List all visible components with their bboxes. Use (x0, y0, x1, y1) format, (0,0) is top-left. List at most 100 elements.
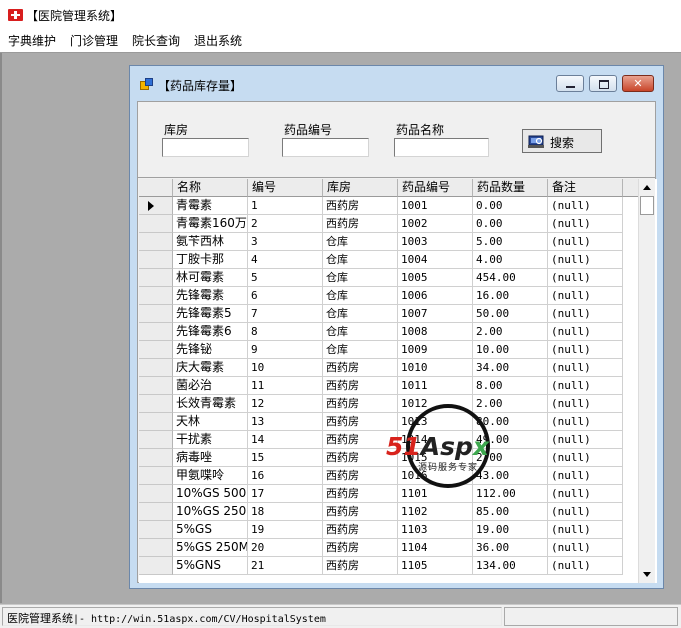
warehouse-input[interactable] (162, 138, 249, 157)
cell-quantity[interactable]: 10.00 (473, 341, 548, 359)
cell-id[interactable]: 13 (248, 413, 323, 431)
cell-id[interactable]: 5 (248, 269, 323, 287)
cell-drug-code[interactable]: 1011 (398, 377, 473, 395)
cell-remark[interactable]: (null) (548, 341, 623, 359)
cell-id[interactable]: 16 (248, 467, 323, 485)
row-header[interactable] (139, 359, 173, 377)
column-header-name[interactable]: 名称 (173, 179, 248, 197)
cell-quantity[interactable]: 16.00 (473, 287, 548, 305)
cell-drug-code[interactable]: 1003 (398, 233, 473, 251)
cell-quantity[interactable]: 2.00 (473, 323, 548, 341)
cell-drug-code[interactable]: 1008 (398, 323, 473, 341)
row-header[interactable] (139, 395, 173, 413)
cell-remark[interactable]: (null) (548, 269, 623, 287)
cell-name[interactable]: 5%GS 250ML (173, 539, 248, 557)
row-header[interactable] (139, 467, 173, 485)
cell-name[interactable]: 长效青霉素 (173, 395, 248, 413)
cell-id[interactable]: 12 (248, 395, 323, 413)
cell-warehouse[interactable]: 西药房 (323, 521, 398, 539)
cell-quantity[interactable]: 85.00 (473, 503, 548, 521)
cell-id[interactable]: 11 (248, 377, 323, 395)
drug-name-input[interactable] (394, 138, 489, 157)
search-button[interactable]: 搜索 (522, 129, 602, 153)
cell-id[interactable]: 17 (248, 485, 323, 503)
drug-code-input[interactable] (282, 138, 369, 157)
cell-id[interactable]: 6 (248, 287, 323, 305)
cell-quantity[interactable]: 5.00 (473, 233, 548, 251)
column-header-remark[interactable]: 备注 (548, 179, 623, 197)
cell-remark[interactable]: (null) (548, 233, 623, 251)
row-header[interactable] (139, 431, 173, 449)
cell-warehouse[interactable]: 仓库 (323, 287, 398, 305)
cell-warehouse[interactable]: 仓库 (323, 251, 398, 269)
cell-name[interactable]: 10%GS 500ml (173, 485, 248, 503)
row-header[interactable] (139, 503, 173, 521)
row-header-current[interactable] (139, 197, 173, 215)
cell-remark[interactable]: (null) (548, 305, 623, 323)
cell-warehouse[interactable]: 西药房 (323, 539, 398, 557)
cell-warehouse[interactable]: 仓库 (323, 323, 398, 341)
row-header[interactable] (139, 449, 173, 467)
cell-id[interactable]: 3 (248, 233, 323, 251)
cell-id[interactable]: 20 (248, 539, 323, 557)
cell-quantity[interactable]: 50.00 (473, 305, 548, 323)
cell-drug-code[interactable]: 1002 (398, 215, 473, 233)
scroll-up-icon[interactable] (639, 179, 655, 196)
cell-name[interactable]: 先锋霉素5 (173, 305, 248, 323)
cell-id[interactable]: 9 (248, 341, 323, 359)
cell-warehouse[interactable]: 西药房 (323, 503, 398, 521)
cell-name[interactable]: 庆大霉素 (173, 359, 248, 377)
cell-remark[interactable]: (null) (548, 395, 623, 413)
cell-warehouse[interactable]: 仓库 (323, 233, 398, 251)
cell-name[interactable]: 青霉素160万 (173, 215, 248, 233)
cell-remark[interactable]: (null) (548, 503, 623, 521)
row-header[interactable] (139, 413, 173, 431)
drug-stock-grid[interactable]: 名称 编号 库房 药品编号 药品数量 备注 青霉素 1 西药房 1001 0.00 (nu… (139, 179, 657, 583)
cell-remark[interactable]: (null) (548, 197, 623, 215)
cell-drug-code[interactable]: 1001 (398, 197, 473, 215)
row-header[interactable] (139, 215, 173, 233)
cell-id[interactable]: 2 (248, 215, 323, 233)
cell-remark[interactable]: (null) (548, 521, 623, 539)
cell-id[interactable]: 18 (248, 503, 323, 521)
close-button[interactable]: ✕ (622, 75, 654, 92)
maximize-button[interactable] (589, 75, 617, 92)
cell-drug-code[interactable]: 1102 (398, 503, 473, 521)
cell-remark[interactable]: (null) (548, 377, 623, 395)
cell-remark[interactable]: (null) (548, 251, 623, 269)
cell-name[interactable]: 林可霉素 (173, 269, 248, 287)
cell-quantity[interactable]: 0.00 (473, 215, 548, 233)
cell-name[interactable]: 先锋霉素 (173, 287, 248, 305)
row-header[interactable] (139, 269, 173, 287)
cell-quantity[interactable]: 0.00 (473, 197, 548, 215)
cell-remark[interactable]: (null) (548, 287, 623, 305)
cell-name[interactable]: 丁胺卡那 (173, 251, 248, 269)
column-header-id[interactable]: 编号 (248, 179, 323, 197)
vertical-scrollbar[interactable] (638, 179, 655, 583)
cell-drug-code[interactable]: 1005 (398, 269, 473, 287)
cell-drug-code[interactable]: 1006 (398, 287, 473, 305)
minimize-button[interactable] (556, 75, 584, 92)
row-header[interactable] (139, 377, 173, 395)
cell-name[interactable]: 病毒唑 (173, 449, 248, 467)
cell-remark[interactable]: (null) (548, 431, 623, 449)
cell-warehouse[interactable]: 仓库 (323, 305, 398, 323)
menu-item-director-query[interactable]: 院长查询 (132, 32, 180, 49)
cell-name[interactable]: 氨苄西林 (173, 233, 248, 251)
menu-item-exit[interactable]: 退出系统 (194, 32, 242, 49)
cell-warehouse[interactable]: 西药房 (323, 197, 398, 215)
column-header-drug-code[interactable]: 药品编号 (398, 179, 473, 197)
cell-name[interactable]: 甲氨喋呤 (173, 467, 248, 485)
column-header-quantity[interactable]: 药品数量 (473, 179, 548, 197)
cell-drug-code[interactable]: 1104 (398, 539, 473, 557)
menu-item-dictionary[interactable]: 字典维护 (8, 32, 56, 49)
row-header[interactable] (139, 521, 173, 539)
cell-id[interactable]: 10 (248, 359, 323, 377)
cell-remark[interactable]: (null) (548, 359, 623, 377)
cell-drug-code[interactable]: 1010 (398, 359, 473, 377)
menu-item-outpatient[interactable]: 门诊管理 (70, 32, 118, 49)
cell-id[interactable]: 21 (248, 557, 323, 575)
cell-id[interactable]: 4 (248, 251, 323, 269)
cell-quantity[interactable]: 454.00 (473, 269, 548, 287)
cell-name[interactable]: 菌必治 (173, 377, 248, 395)
